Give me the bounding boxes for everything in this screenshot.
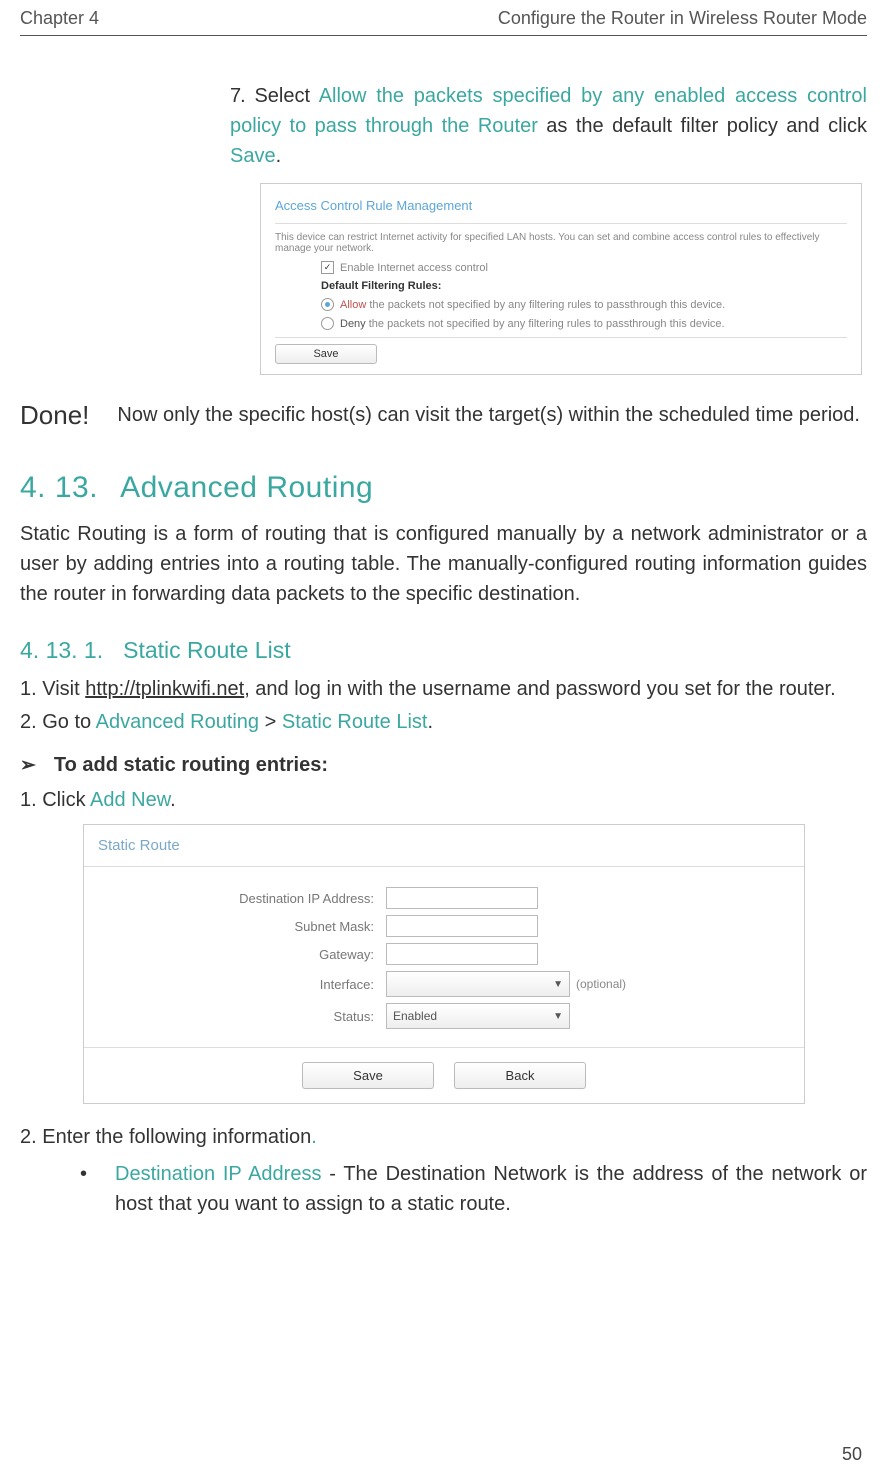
- save-word: Save: [230, 145, 276, 167]
- section-number: 4. 13.: [20, 471, 98, 504]
- deny-radio-row[interactable]: Deny the packets not specified by any fi…: [261, 314, 861, 333]
- li2-mid: >: [259, 711, 282, 733]
- panel-description: This device can restrict Internet activi…: [261, 228, 861, 258]
- subnet-mask-input[interactable]: [386, 915, 538, 937]
- li1-pre: 1. Visit: [20, 678, 85, 700]
- step-enter-info: 2. Enter the following information.: [20, 1122, 867, 1153]
- step-text-2: as the default filter policy and click: [538, 115, 867, 137]
- subnet-mask-label: Subnet Mask:: [94, 919, 386, 934]
- tplink-url[interactable]: http://tplinkwifi.net: [85, 678, 244, 700]
- bullet-term: Destination IP Address: [115, 1163, 321, 1185]
- step-text-1: Select: [254, 85, 318, 107]
- allow-word: Allow: [340, 299, 366, 311]
- li4-pre: 2. Enter the following information: [20, 1126, 311, 1148]
- page-number: 50: [842, 1444, 862, 1465]
- access-control-figure: Access Control Rule Management This devi…: [260, 183, 862, 375]
- step-number: 7.: [230, 85, 245, 107]
- radio-icon: [321, 317, 334, 330]
- rules-heading: Default Filtering Rules:: [261, 277, 861, 295]
- allow-text: the packets not specified by any filteri…: [366, 299, 725, 311]
- deny-word: Deny: [340, 318, 366, 330]
- subsection-title: Static Route List: [123, 637, 290, 663]
- nav-advanced-routing: Advanced Routing: [96, 711, 259, 733]
- save-button[interactable]: Save: [302, 1062, 434, 1089]
- li3-pre: 1. Click: [20, 789, 90, 811]
- checkbox-icon: [321, 261, 334, 274]
- static-route-figure: Static Route Destination IP Address: Sub…: [83, 824, 805, 1104]
- radio-selected-icon: [321, 298, 334, 311]
- intro-paragraph: Static Routing is a form of routing that…: [20, 519, 867, 609]
- divider: [84, 866, 804, 867]
- step-1-visit: 1. Visit http://tplinkwifi.net, and log …: [20, 674, 867, 705]
- enable-checkbox-row[interactable]: Enable Internet access control: [261, 258, 861, 277]
- gateway-input[interactable]: [386, 943, 538, 965]
- page-header: Chapter 4 Configure the Router in Wirele…: [20, 0, 867, 36]
- add-new-link: Add New: [90, 789, 170, 811]
- panel-title: Access Control Rule Management: [261, 184, 861, 219]
- to-add-heading: ➢ To add static routing entries:: [20, 754, 867, 777]
- deny-text: the packets not specified by any filteri…: [366, 318, 725, 330]
- step-text-3: .: [276, 145, 282, 167]
- step-7: 7. Select Allow the packets specified by…: [230, 81, 867, 171]
- to-add-text: To add static routing entries:: [54, 754, 328, 777]
- save-button[interactable]: Save: [275, 344, 377, 364]
- interface-label: Interface:: [94, 977, 386, 992]
- divider: [275, 337, 847, 338]
- section-title: Advanced Routing: [120, 471, 373, 504]
- back-button[interactable]: Back: [454, 1062, 586, 1089]
- chapter-title: Configure the Router in Wireless Router …: [498, 8, 867, 29]
- status-value: Enabled: [393, 1009, 437, 1023]
- done-section: Done! Now only the specific host(s) can …: [20, 400, 867, 431]
- li1-post: , and log in with the username and passw…: [244, 678, 835, 700]
- heading-static-route-list: 4. 13. 1. Static Route List: [20, 637, 867, 664]
- heading-advanced-routing: 4. 13. Advanced Routing: [20, 471, 867, 505]
- li2-pre: 2. Go to: [20, 711, 96, 733]
- optional-text: (optional): [576, 977, 626, 991]
- divider: [275, 223, 847, 224]
- static-route-form: Destination IP Address: Subnet Mask: Gat…: [84, 873, 804, 1047]
- chevron-down-icon: ▼: [553, 1011, 563, 1022]
- li4-dot: .: [311, 1126, 317, 1148]
- chevron-down-icon: ▼: [553, 979, 563, 990]
- bullet-icon: •: [80, 1159, 87, 1219]
- button-row: Save Back: [84, 1047, 804, 1103]
- bullet-destination-ip: • Destination IP Address - The Destinati…: [80, 1159, 867, 1219]
- done-label: Done!: [20, 400, 89, 431]
- dest-ip-input[interactable]: [386, 887, 538, 909]
- interface-select[interactable]: ▼: [386, 971, 570, 997]
- gateway-label: Gateway:: [94, 947, 386, 962]
- status-label: Status:: [94, 1009, 386, 1024]
- step-click-add-new: 1. Click Add New.: [20, 785, 867, 816]
- bullet-dash: -: [321, 1163, 343, 1185]
- nav-static-route-list: Static Route List: [282, 711, 428, 733]
- allow-radio-row[interactable]: Allow the packets not specified by any f…: [261, 295, 861, 314]
- li2-post: .: [427, 711, 433, 733]
- li3-post: .: [170, 789, 176, 811]
- subsection-number: 4. 13. 1.: [20, 637, 103, 663]
- panel-title: Static Route: [84, 825, 804, 860]
- step-2-goto: 2. Go to Advanced Routing > Static Route…: [20, 707, 867, 738]
- arrow-icon: ➢: [20, 754, 36, 777]
- status-select[interactable]: Enabled ▼: [386, 1003, 570, 1029]
- dest-ip-label: Destination IP Address:: [94, 891, 386, 906]
- enable-label: Enable Internet access control: [340, 262, 488, 274]
- done-text: Now only the specific host(s) can visit …: [117, 400, 867, 431]
- chapter-label: Chapter 4: [20, 8, 99, 29]
